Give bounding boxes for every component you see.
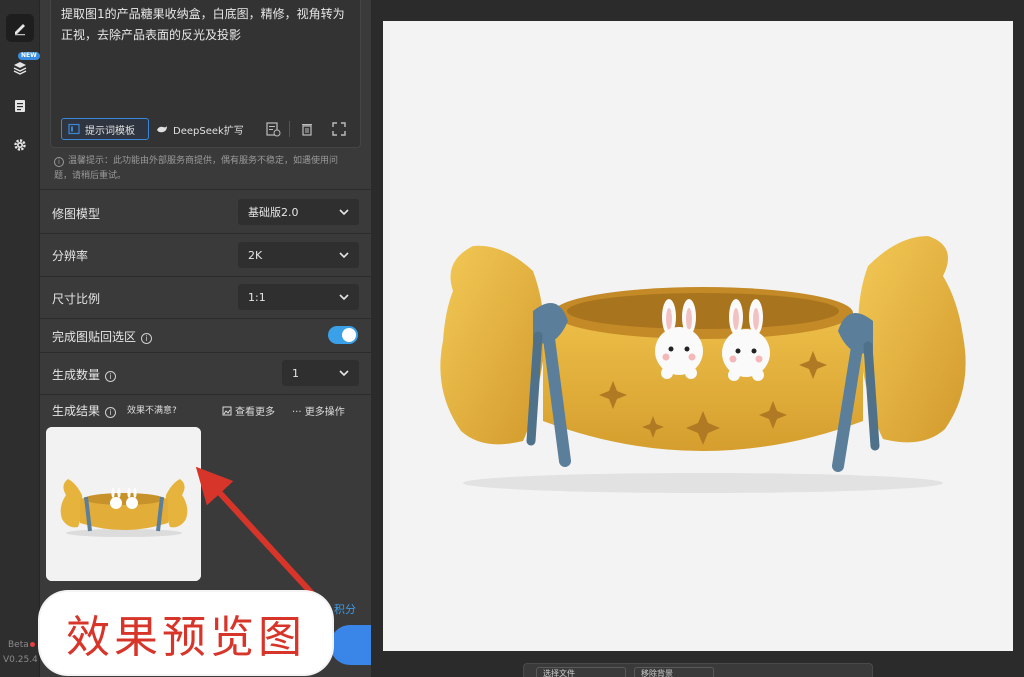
resolution-select[interactable]: 2K xyxy=(238,242,359,268)
layers-icon xyxy=(13,62,27,75)
resolution-value: 2K xyxy=(248,248,263,262)
paste-back-text: 完成图贴回选区 xyxy=(52,330,137,344)
select-file-button[interactable]: 选择文件 xyxy=(536,667,626,677)
results-label: 生成结果 i xyxy=(52,402,117,419)
paste-back-toggle[interactable] xyxy=(328,326,358,344)
annotation-arrow xyxy=(195,466,321,603)
model-value: 基础版2.0 xyxy=(248,206,299,219)
prompt-template-label: 提示词模板 xyxy=(85,125,135,137)
ratio-select[interactable]: 1:1 xyxy=(238,284,359,310)
more-actions-label: 更多操作 xyxy=(304,407,345,418)
result-image[interactable] xyxy=(383,21,1013,651)
view-more-link[interactable]: 查看更多 xyxy=(222,403,275,418)
count-text: 生成数量 xyxy=(52,368,101,382)
ratio-value: 1:1 xyxy=(248,290,266,304)
bottom-toolbar: 选择文件 移除背景 xyxy=(523,663,873,677)
toggle-knob xyxy=(342,328,356,342)
ratio-label: 尺寸比例 xyxy=(52,292,101,306)
new-badge: NEW xyxy=(18,52,40,60)
fullscreen-icon[interactable] xyxy=(331,121,347,137)
model-label: 修图模型 xyxy=(52,207,101,221)
deepseek-expand-button[interactable]: DeepSeek扩写 xyxy=(156,118,244,140)
divider xyxy=(40,318,371,319)
count-label: 生成数量 i xyxy=(52,366,117,383)
trash-icon[interactable] xyxy=(299,121,315,137)
tool-rail: NEW Beta V0.25.4 xyxy=(0,0,40,677)
toolbar-divider xyxy=(289,121,290,137)
chevron-down-icon xyxy=(339,294,349,301)
prompt-box[interactable]: 提取图1的产品糖果收纳盒，白底图，精修，视角转为正视，去除产品表面的反光及投影 … xyxy=(50,0,361,148)
candy-box-image xyxy=(383,21,1013,651)
settings-tool-button[interactable] xyxy=(6,131,34,159)
info-icon[interactable]: i xyxy=(105,407,117,418)
prompt-template-button[interactable]: 提示词模板 xyxy=(61,118,149,140)
chevron-down-icon xyxy=(339,370,349,377)
feedback-link[interactable]: 效果不满意? xyxy=(127,403,177,416)
resolution-label: 分辨率 xyxy=(52,249,89,263)
settings-icon xyxy=(14,139,26,151)
image-canvas: 选择文件 移除背景 xyxy=(371,0,1024,677)
chevron-down-icon xyxy=(339,209,349,216)
candy-box-thumbnail-image xyxy=(46,427,201,581)
preview-annotation-label: 效果预览图 xyxy=(40,592,332,674)
notes-tool-button[interactable] xyxy=(6,92,34,120)
more-dots-icon: ··· xyxy=(292,407,302,418)
history-note-icon[interactable] xyxy=(265,121,281,137)
gallery-icon xyxy=(222,406,232,416)
service-hint-text: 温馨提示：此功能由外部服务商提供，偶有服务不稳定，如遇使用问题，请稍后重试。 xyxy=(54,156,339,181)
count-value: 1 xyxy=(292,366,299,380)
deepseek-whale-icon xyxy=(157,126,167,133)
info-icon[interactable]: i xyxy=(105,371,117,382)
model-select[interactable]: 基础版2.0 xyxy=(238,199,359,225)
deepseek-expand-label: DeepSeek扩写 xyxy=(173,125,244,137)
divider xyxy=(40,233,371,234)
edit-tool-button[interactable] xyxy=(6,14,34,42)
template-icon xyxy=(68,123,80,135)
divider xyxy=(40,352,371,353)
chevron-down-icon xyxy=(339,252,349,259)
version-label: V0.25.4 xyxy=(3,655,38,665)
paste-back-label: 完成图贴回选区 i xyxy=(52,328,153,345)
points-link[interactable]: 积分 xyxy=(334,601,356,617)
beta-dot xyxy=(30,642,35,647)
info-icon: i xyxy=(54,157,64,167)
prompt-input[interactable]: 提取图1的产品糖果收纳盒，白底图，精修，视角转为正视，去除产品表面的反光及投影 xyxy=(61,4,353,46)
service-hint: i 温馨提示：此功能由外部服务商提供，偶有服务不稳定，如遇使用问题，请稍后重试。 xyxy=(54,154,354,184)
count-select[interactable]: 1 xyxy=(282,360,359,386)
view-more-label: 查看更多 xyxy=(235,407,275,418)
notes-icon xyxy=(15,100,25,112)
more-actions-link[interactable]: ··· 更多操作 xyxy=(292,403,345,418)
divider xyxy=(40,394,371,395)
info-icon[interactable]: i xyxy=(141,333,153,344)
results-text: 生成结果 xyxy=(52,404,101,418)
result-thumbnail[interactable] xyxy=(46,427,201,581)
edit-icon xyxy=(15,24,25,36)
divider xyxy=(40,276,371,277)
remove-background-button[interactable]: 移除背景 xyxy=(634,667,714,677)
beta-label: Beta xyxy=(8,640,29,650)
divider xyxy=(40,189,371,190)
